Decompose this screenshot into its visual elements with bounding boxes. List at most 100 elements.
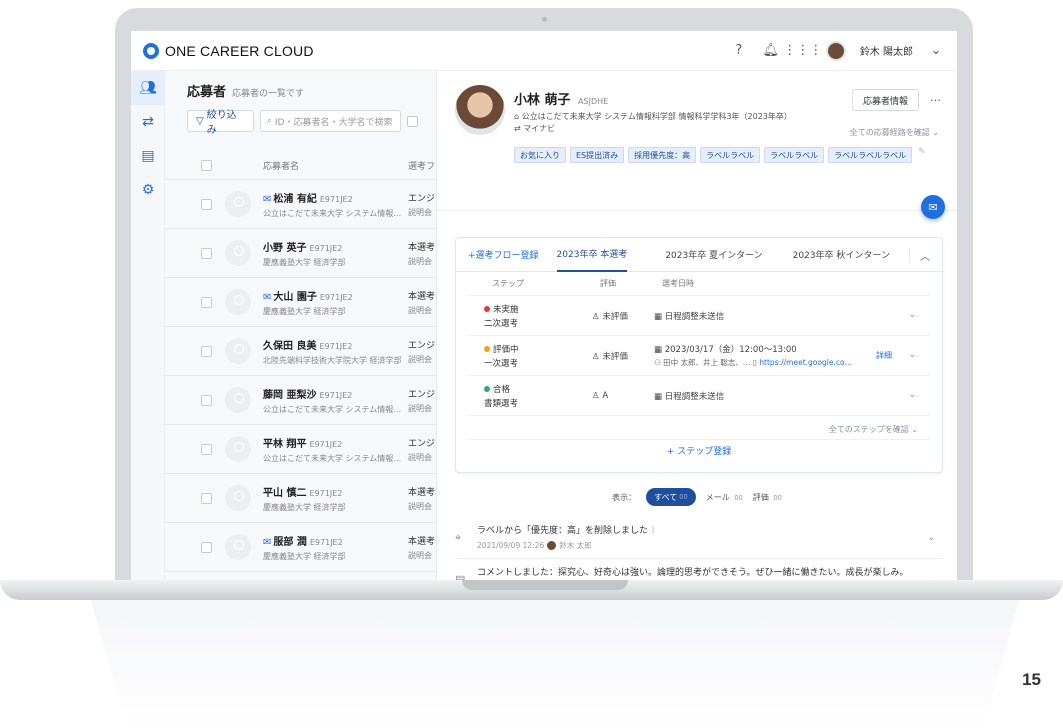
step-detail-link[interactable]: 詳細: [876, 350, 892, 361]
filter-mail-tab[interactable]: メール 00: [706, 492, 743, 503]
table-row[interactable]: 藤岡 亜梨沙 E971JE2 公立はこだて未来大学 システム情報… エンジ 説明会: [165, 376, 436, 425]
avatar-placeholder-icon: [225, 436, 251, 462]
label-chip[interactable]: ラベルラベル: [700, 147, 761, 163]
applicant-info-button[interactable]: 応募者情報: [851, 89, 919, 111]
add-step-button[interactable]: + ステップ登録: [468, 439, 930, 461]
evaluation-icon: ♙: [592, 390, 603, 401]
flow-name: 本選考: [408, 242, 436, 253]
help-icon[interactable]: ?: [730, 42, 748, 60]
row-checkbox[interactable]: [201, 296, 212, 308]
label-chip[interactable]: ES提出済み: [570, 147, 625, 163]
tab-summer-intern[interactable]: 2023年卒 夏インターン: [665, 238, 762, 272]
nav-list-icon[interactable]: ▤: [131, 139, 165, 173]
more-icon[interactable]: …: [930, 91, 941, 104]
status-dot: [484, 345, 490, 352]
col-flow: 選考フ: [408, 162, 436, 172]
step-row[interactable]: 未実施 二次選考 ♙ 未評価 ▦ 日程調整未送信 ⌄: [468, 296, 930, 336]
flow-name: エンジ: [408, 340, 436, 351]
date-line: ▦ 日程調整未送信: [654, 310, 914, 322]
row-checkbox[interactable]: [201, 345, 212, 357]
select-all-checkbox[interactable]: [201, 160, 212, 171]
applicant-name: ✉ 大山 園子 E971JE2: [263, 288, 408, 303]
date-cell: ▦ 2023/03/17（金）12:00〜13:00 ⚇ 田中 太郎、井上 聡志、…: [654, 343, 914, 368]
applicant-name-text: 松浦 有紀: [273, 193, 317, 205]
all-steps-link[interactable]: 全てのステップを確認 ⌄: [456, 416, 942, 435]
step-row[interactable]: 評価中 一次選考 ♙ 未評価 ▦ 2023/03/17（金）12:00〜13:00 ⚇ …: [468, 336, 930, 376]
table-row[interactable]: ✉ 服部 潤 E971JE2 慶應義塾大学 経済学部 本選考 説明会: [165, 523, 436, 572]
search-placeholder: ID・応募者名・大学名で検索: [274, 117, 393, 128]
timeline-text: ラベルから「優先度：高」を削除しました ⌇: [477, 523, 655, 536]
search-input[interactable]: ⌕ ID・応募者名・大学名で検索: [259, 110, 401, 132]
top-bar: ONE CAREER CLOUD ? 🔔︎ ⋮⋮⋮ 鈴木 陽太郎 ⌄: [131, 31, 957, 71]
applicant-code: E971JE2: [309, 488, 343, 498]
applicant-name: 平林 翔平 E971JE2: [263, 435, 408, 450]
filter-eval-tab[interactable]: 評価 00: [753, 492, 782, 503]
bell-icon[interactable]: 🔔︎: [762, 42, 780, 60]
side-rail: 👥︎ ⇄ ▤ ⚙: [131, 71, 165, 582]
chevron-down-icon[interactable]: ⌄: [908, 350, 916, 360]
label-chip[interactable]: ラベルラベルラベル: [828, 147, 913, 163]
extra-checkbox[interactable]: [407, 115, 418, 127]
row-checkbox[interactable]: [201, 492, 212, 504]
chevron-down-icon[interactable]: ⌄: [927, 533, 935, 543]
add-flow-tab[interactable]: +選考フロー登録: [468, 248, 539, 261]
timeline-item[interactable]: ▤ コメントしました：探究心、好奇心は強い。論理的思考ができそう。ぜひ一緒に働きた…: [455, 559, 943, 582]
step-row[interactable]: 合格 書類選考 ♙ A ▦ 日程調整未送信 ⌄: [468, 376, 930, 416]
table-row[interactable]: 小野 英子 E971JE2 慶應義塾大学 経済学部 本選考 説明会: [165, 229, 436, 278]
label-chip[interactable]: ラベルラベル: [764, 147, 825, 163]
nav-settings-icon[interactable]: ⚙: [131, 173, 165, 207]
activity-timeline: ⌖ ラベルから「優先度：高」を削除しました ⌇ 2021/09/09 12:26 鈴木…: [455, 517, 943, 582]
nav-flow-icon[interactable]: ⇄: [131, 105, 165, 139]
row-checkbox[interactable]: [201, 247, 212, 259]
apps-grid-icon[interactable]: ⋮⋮⋮: [783, 42, 822, 60]
chevron-up-icon[interactable]: ︿: [909, 248, 930, 263]
tab-main-selection[interactable]: 2023年卒 本選考: [556, 238, 628, 272]
row-checkbox[interactable]: [201, 443, 212, 455]
flow-event: 説明会: [408, 501, 432, 511]
applicant-cell: 平山 慎二 E971JE2 慶應義塾大学 経済学部: [263, 484, 408, 513]
row-checkbox[interactable]: [201, 198, 212, 210]
flow-name: 本選考: [408, 291, 436, 302]
page-title: 応募者 応募者の一覧です: [187, 81, 418, 100]
table-row[interactable]: ✉ 松浦 有紀 E971JE2 公立はこだて未来大学 システム情報… エンジ 説明会: [165, 180, 436, 229]
applicant-rows: ✉ 松浦 有紀 E971JE2 公立はこだて未来大学 システム情報… エンジ 説明会 小野 …: [165, 180, 436, 572]
chevron-down-icon: ⌄: [911, 425, 918, 434]
chevron-down-icon[interactable]: ⌄: [927, 42, 945, 60]
applicant-photo: [455, 85, 505, 135]
applicant-code: E971JE2: [309, 439, 343, 449]
applicant-name: 小林 萌子 ASJDHE: [514, 89, 608, 108]
chevron-down-icon[interactable]: ⌄: [908, 310, 916, 320]
filter-all-text: すべて: [654, 492, 678, 502]
applicant-flow: エンジ 説明会: [408, 436, 435, 463]
user-avatar[interactable]: [825, 40, 846, 61]
edit-labels-icon[interactable]: ✎: [918, 147, 926, 163]
filter-all-pill[interactable]: すべて 00: [646, 488, 696, 506]
nav-applicants-icon[interactable]: 👥︎: [131, 71, 165, 105]
table-row[interactable]: 平林 翔平 E971JE2 公立はこだて未来大学 システム情報… エンジ 説明会: [165, 425, 436, 474]
chevron-down-icon[interactable]: ⌄: [908, 390, 916, 400]
mail-fab-icon[interactable]: ✉: [921, 195, 945, 219]
all-routes-link[interactable]: 全ての応募経路を確認 ⌄: [850, 127, 939, 138]
timeline-user: 鈴木 太郎: [559, 541, 592, 550]
timeline-message: ラベルから「優先度：高」を削除しました: [477, 526, 649, 536]
table-row[interactable]: ✉ 大山 園子 E971JE2 慶應義塾大学 経済学部 本選考 説明会: [165, 278, 436, 327]
date-cell: ▦ 日程調整未送信: [654, 390, 914, 402]
table-row[interactable]: 久保田 良美 E971JE2 北陸先端科学技術大学院大学 経済学部 エンジ 説明会: [165, 327, 436, 376]
user-name[interactable]: 鈴木 陽太郎: [860, 43, 913, 58]
brand-logo[interactable]: ONE CAREER CLOUD: [143, 42, 314, 59]
filter-mail-count: 00: [734, 493, 743, 502]
row-checkbox[interactable]: [201, 394, 212, 406]
label-chip[interactable]: お気に入り: [514, 147, 566, 163]
timeline-item[interactable]: ⌖ ラベルから「優先度：高」を削除しました ⌇ 2021/09/09 12:26 鈴木…: [455, 517, 943, 559]
applicant-code: E971JE2: [319, 194, 353, 204]
filter-button[interactable]: ▽ 絞り込み: [187, 110, 254, 136]
meeting-link[interactable]: https://meet.google.co…: [759, 358, 852, 367]
row-checkbox[interactable]: [201, 541, 212, 553]
tab-autumn-intern[interactable]: 2023年卒 秋インターン: [793, 238, 890, 272]
label-chip[interactable]: 採用優先度：高: [628, 147, 697, 163]
step-status: 評価中: [484, 343, 592, 355]
status-text: 評価中: [493, 344, 519, 355]
table-row[interactable]: 平山 慎二 E971JE2 慶應義塾大学 経済学部 本選考 説明会: [165, 474, 436, 523]
applicant-cell: 久保田 良美 E971JE2 北陸先端科学技術大学院大学 経済学部: [263, 337, 408, 366]
people-icon: ⚇: [654, 358, 664, 367]
